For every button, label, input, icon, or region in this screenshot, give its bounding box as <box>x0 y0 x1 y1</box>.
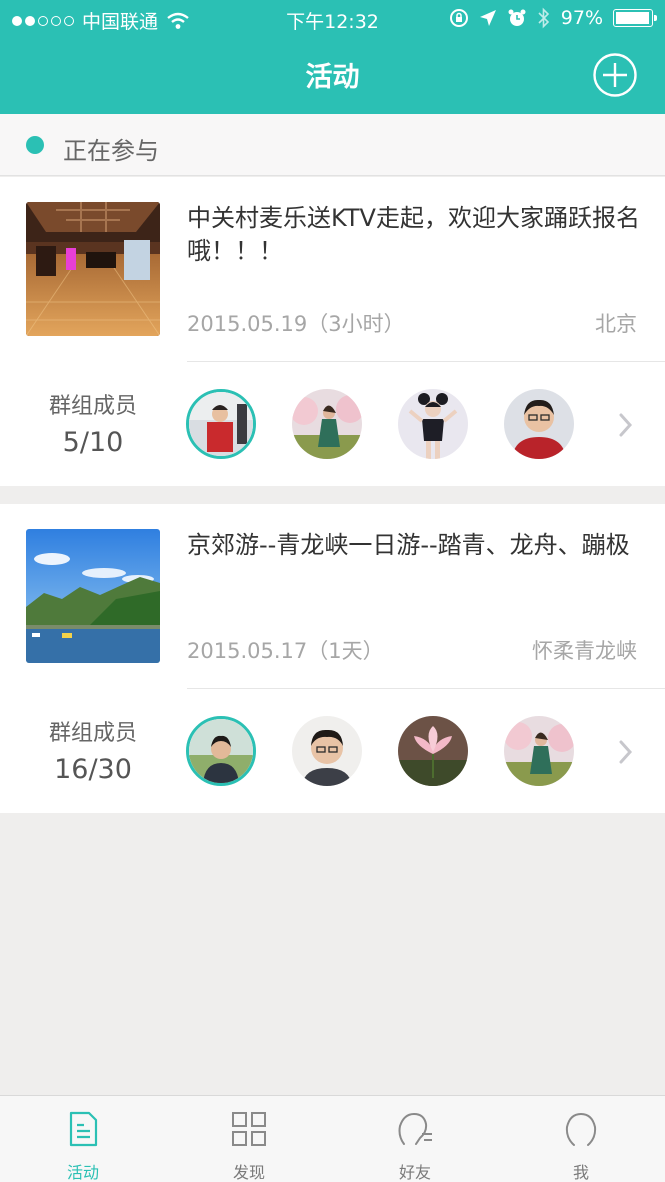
section-indicator-dot <box>26 136 44 154</box>
status-bar: 中国联通 下午12:32 97% <box>0 0 665 38</box>
battery-icon <box>613 9 657 27</box>
activity-location: 北京 <box>595 312 637 336</box>
friends-icon <box>398 1112 432 1145</box>
document-icon <box>69 1111 98 1147</box>
activity-title[interactable]: 京郊游--青龙峡一日游--踏青、龙舟、蹦极 <box>187 529 647 562</box>
member-avatar[interactable] <box>504 389 574 459</box>
top-header: 中国联通 下午12:32 97% 活动 <box>0 0 665 114</box>
add-activity-button[interactable] <box>592 52 638 98</box>
tab-label: 活动 <box>66 1163 99 1182</box>
activity-location: 怀柔青龙峡 <box>532 639 637 663</box>
chevron-right-icon[interactable] <box>616 411 636 439</box>
page-title: 活动 <box>305 62 360 93</box>
card-divider <box>187 361 665 362</box>
member-avatar[interactable] <box>292 389 362 459</box>
members-label: 群组成员 <box>48 721 137 746</box>
ktv-room-image <box>26 202 160 336</box>
members-count: 5/10 <box>62 427 124 458</box>
section-header: 正在参与 <box>0 114 665 176</box>
tab-me[interactable]: 我 <box>498 1096 664 1182</box>
bluetooth-icon <box>538 7 549 29</box>
activity-card[interactable]: 京郊游--青龙峡一日游--踏青、龙舟、蹦极 2015.05.17（1天） 怀柔青… <box>0 504 665 813</box>
tab-discover[interactable]: 发现 <box>166 1096 332 1182</box>
status-right: 97% <box>449 7 657 29</box>
activity-title[interactable]: 中关村麦乐送KTV走起，欢迎大家踊跃报名哦！！！ <box>187 202 647 268</box>
tab-activity[interactable]: 活动 <box>0 1096 166 1182</box>
activity-thumbnail[interactable] <box>26 202 160 336</box>
grid-icon <box>232 1112 266 1146</box>
battery-percent: 97% <box>560 7 603 29</box>
tab-label: 我 <box>572 1163 589 1182</box>
member-avatar[interactable] <box>398 389 468 459</box>
member-avatar[interactable] <box>186 389 256 459</box>
members-count: 16/30 <box>54 754 132 785</box>
activity-date: 2015.05.17（1天） <box>187 639 384 663</box>
member-avatar[interactable] <box>186 716 256 786</box>
activity-card[interactable]: 中关村麦乐送KTV走起，欢迎大家踊跃报名哦！！！ 2015.05.19（3小时）… <box>0 177 665 486</box>
tab-label: 好友 <box>398 1163 431 1182</box>
lake-mountain-image <box>26 529 160 663</box>
location-arrow-icon <box>479 10 496 26</box>
members-label: 群组成员 <box>48 394 137 419</box>
card-divider <box>187 688 665 689</box>
tab-friends[interactable]: 好友 <box>332 1096 498 1182</box>
user-icon <box>565 1112 597 1146</box>
alarm-icon <box>508 9 526 26</box>
member-avatar[interactable] <box>398 716 468 786</box>
tab-label: 发现 <box>232 1163 265 1182</box>
section-label: 正在参与 <box>63 137 159 165</box>
member-avatar[interactable] <box>292 716 362 786</box>
rotation-lock-icon <box>449 9 468 27</box>
activity-thumbnail[interactable] <box>26 529 160 663</box>
chevron-right-icon[interactable] <box>616 738 636 766</box>
battery-fill <box>616 12 649 24</box>
member-avatar[interactable] <box>504 716 574 786</box>
activity-date: 2015.05.19（3小时） <box>187 312 405 336</box>
tab-bar: 活动 发现 好友 我 <box>0 1095 665 1182</box>
